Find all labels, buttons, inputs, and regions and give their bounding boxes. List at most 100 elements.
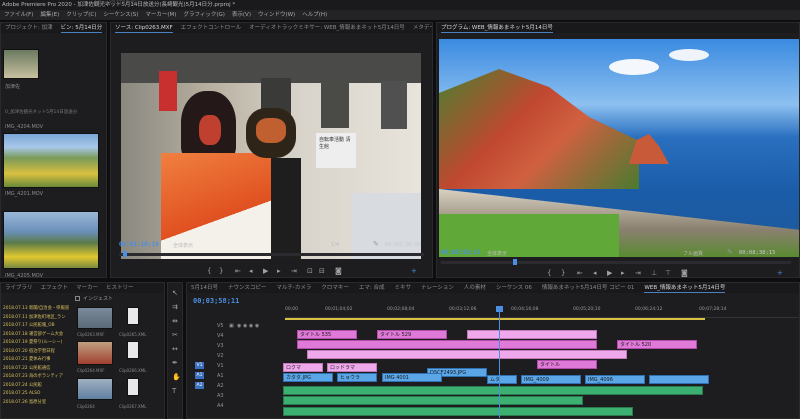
sequence-tab[interactable]: クロマキー <box>321 283 349 293</box>
source-patch-v1[interactable]: V1 <box>195 362 204 369</box>
camera-icon[interactable]: ◙ <box>335 267 342 275</box>
timeline-clip-audio[interactable] <box>283 386 703 395</box>
tab-markers[interactable]: マーカー <box>76 283 98 293</box>
timeline-clip-title[interactable] <box>297 340 597 349</box>
track-v2[interactable]: V2 <box>217 353 224 359</box>
step-forward-icon[interactable]: ▸ <box>277 267 281 275</box>
insert-icon[interactable]: ⊡ <box>307 267 313 275</box>
tab-project[interactable]: プロジェクト: 加津 <box>5 23 53 33</box>
timeline-clip-audio[interactable] <box>283 407 633 416</box>
menu-help[interactable]: ヘルプ(H) <box>302 10 327 20</box>
clip-file-icon[interactable] <box>127 378 139 396</box>
clip-thumbnail[interactable] <box>77 307 113 329</box>
sequence-tab[interactable]: エマ: 合成 <box>359 283 385 293</box>
clip-thumbnail-top[interactable] <box>3 49 39 79</box>
sequence-tab-active[interactable]: WEB_情報あまネット5月14日号 <box>644 283 726 293</box>
wrench-icon[interactable]: ✎ <box>373 240 379 248</box>
go-to-in-icon[interactable]: ⇤ <box>577 269 583 277</box>
tab-metadata[interactable]: メタデータ <box>413 23 432 33</box>
menu-view[interactable]: 表示(V) <box>232 10 251 20</box>
track-a4[interactable]: A4 <box>217 403 224 409</box>
tab-effects[interactable]: エフェクト <box>41 283 69 293</box>
bin-item[interactable]: 2018.07.19 夏祭り(ルーシー) <box>3 339 71 348</box>
timeline-clip-v1[interactable]: ムタ <box>487 375 517 384</box>
menu-graphics[interactable]: グラフィック(G) <box>183 10 224 20</box>
mark-out-icon[interactable]: } <box>561 269 565 277</box>
step-back-icon[interactable]: ◂ <box>593 269 597 277</box>
sequence-tab[interactable]: シーケンス 06 <box>496 283 532 293</box>
sequence-tab[interactable]: 5月14日号 <box>191 283 218 293</box>
track-select-tool-icon[interactable]: ⇉ <box>172 303 178 311</box>
clip-file-icon[interactable] <box>127 341 139 359</box>
mark-out-icon[interactable]: } <box>219 267 223 275</box>
source-playhead[interactable] <box>123 251 127 257</box>
wrench-icon[interactable]: ✎ <box>727 248 733 256</box>
timeline-clip-v1[interactable]: IMG_4009 <box>521 375 581 384</box>
bin-item[interactable]: 2018.07.24 公民館 <box>3 382 71 391</box>
source-scrub-bar[interactable] <box>119 253 424 256</box>
clip-thumbnail[interactable] <box>77 341 113 365</box>
overwrite-icon[interactable]: ⊟ <box>319 267 325 275</box>
go-to-out-icon[interactable]: ⇥ <box>635 269 641 277</box>
bin-item[interactable]: 2018.07.11 加津佐町地区_ラン <box>3 314 71 323</box>
play-icon[interactable]: ▶ <box>263 267 268 275</box>
program-current-timecode[interactable]: 00;03;58;11 <box>441 249 481 256</box>
bin-item[interactable]: 2018.07.13 新聞/自治会・県報道 <box>3 305 71 314</box>
timeline-clip-title[interactable]: タイトル 529 <box>377 330 447 339</box>
menu-window[interactable]: ウィンドウ(W) <box>258 10 295 20</box>
timeline-clip-v2[interactable]: ロッドラマ <box>327 363 377 372</box>
selection-tool-icon[interactable]: ↖ <box>172 289 178 297</box>
add-button-icon[interactable]: + <box>411 267 417 275</box>
clip-thumbnail-4205[interactable] <box>3 211 99 269</box>
program-fit-dropdown[interactable]: 全体表示 <box>487 250 507 257</box>
ripple-edit-tool-icon[interactable]: ⇹ <box>172 317 178 325</box>
step-back-icon[interactable]: ◂ <box>249 267 253 275</box>
camera-icon[interactable]: ◙ <box>681 269 688 277</box>
timeline-clip-title[interactable]: タイトル 520 <box>617 340 697 349</box>
sequence-tab[interactable]: ミキサ <box>395 283 412 293</box>
sequence-tab[interactable]: ナウンスコピー <box>228 283 266 293</box>
timeline-clip-title[interactable]: タイトル <box>537 360 597 369</box>
tab-audio-mixer[interactable]: オーディオトラックミキサー: WEB_情報あまネット5月14日号 <box>249 23 405 33</box>
tab-effect-controls[interactable]: エフェクトコントロール <box>181 23 242 33</box>
bin-item[interactable]: 2018.07.20 宿泊学習日程 <box>3 348 71 357</box>
menu-edit[interactable]: 編集(E) <box>40 10 59 20</box>
timeline-clip-title[interactable] <box>307 350 627 359</box>
menu-sequence[interactable]: シーケンス(S) <box>103 10 138 20</box>
step-forward-icon[interactable]: ▸ <box>621 269 625 277</box>
clip-thumbnail-4201[interactable] <box>3 133 99 188</box>
sequence-tab[interactable]: 人の素材 <box>464 283 486 293</box>
mark-in-icon[interactable]: { <box>207 267 211 275</box>
tab-bin[interactable]: ビン: 5月14日分 <box>60 23 103 33</box>
track-v3[interactable]: V3 <box>217 343 224 349</box>
play-icon[interactable]: ▶ <box>607 269 612 277</box>
source-current-timecode[interactable]: 00;01;10;10 <box>119 241 159 248</box>
timeline-clip-v1[interactable]: カタタ.JPG <box>283 373 333 382</box>
track-a1[interactable]: A1 <box>217 373 224 379</box>
menu-clip[interactable]: クリップ(C) <box>66 10 96 20</box>
timeline-clip-title[interactable]: タイトル 535 <box>297 330 357 339</box>
timeline-clip-v1[interactable]: IMG_4096 <box>585 375 645 384</box>
hand-tool-icon[interactable]: ✋ <box>172 373 181 381</box>
bin-item[interactable]: 2018.07.18 運営部ゲーム大会 <box>3 331 71 340</box>
source-patch-a1[interactable]: A1 <box>195 372 204 379</box>
bin-item[interactable]: 2018.07.25 ALSO <box>3 390 71 399</box>
mark-in-icon[interactable]: { <box>547 269 551 277</box>
add-button-icon[interactable]: + <box>777 269 783 277</box>
timeline-clip-audio[interactable] <box>283 396 583 405</box>
tab-source[interactable]: ソース: Clip0263.MXF <box>115 23 173 33</box>
track-a2[interactable]: A2 <box>217 383 224 389</box>
program-scrub-bar[interactable] <box>441 261 791 264</box>
track-v5[interactable]: V5 <box>217 323 224 329</box>
sequence-tab[interactable]: ナレーション <box>421 283 454 293</box>
track-v4[interactable]: V4 <box>217 333 224 339</box>
slip-tool-icon[interactable]: ↔ <box>172 345 178 353</box>
track-a3[interactable]: A3 <box>217 393 224 399</box>
tab-history[interactable]: ヒストリー <box>106 283 134 293</box>
extract-icon[interactable]: ⊤ <box>665 269 671 277</box>
timeline-playhead[interactable] <box>499 306 500 418</box>
work-area-bar[interactable] <box>285 318 705 320</box>
source-patch-a2[interactable]: A2 <box>195 382 204 389</box>
timeline-clip-v1[interactable]: ヒョウラ <box>337 373 377 382</box>
type-tool-icon[interactable]: T <box>172 387 176 395</box>
